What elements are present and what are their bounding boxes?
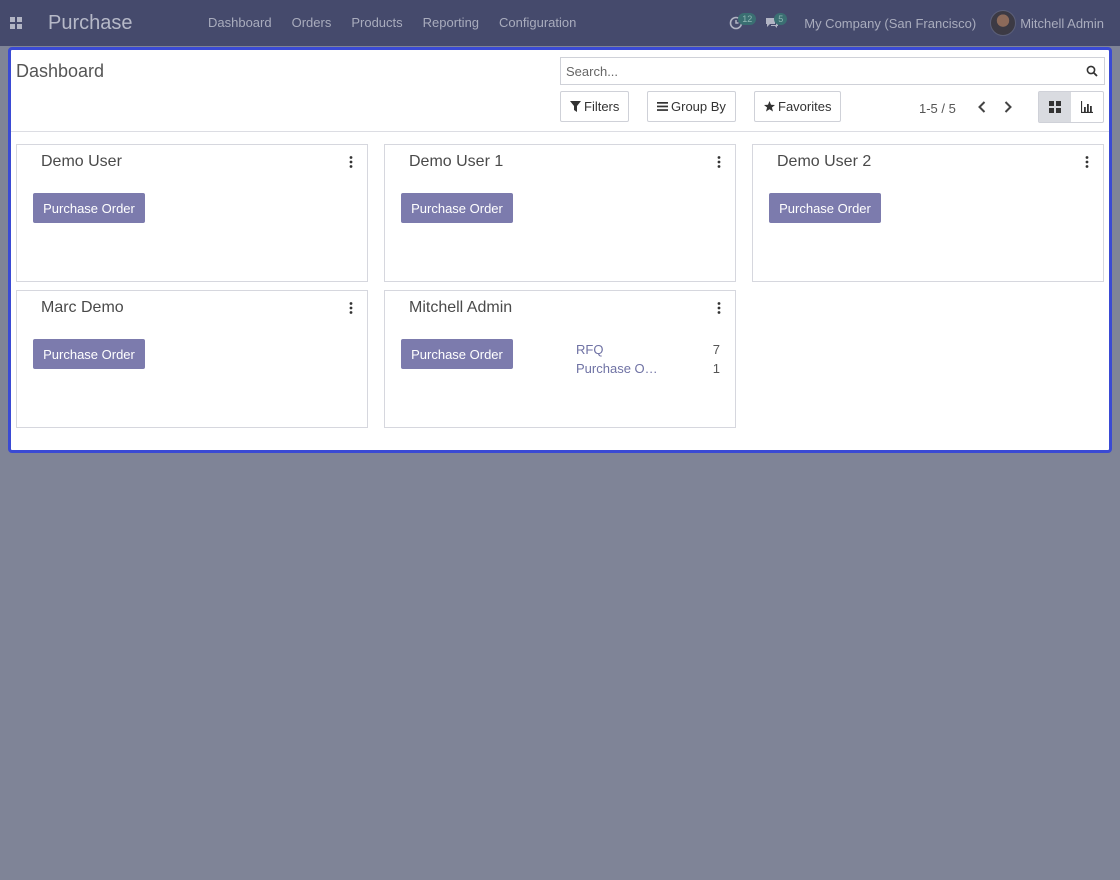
purchase-order-button[interactable]: Purchase Order (33, 193, 145, 223)
filters-button[interactable]: Filters (560, 91, 630, 122)
list-icon (657, 102, 668, 111)
search-bar (560, 57, 1105, 85)
pager-previous-button[interactable] (973, 98, 991, 116)
app-title[interactable]: Purchase (48, 12, 198, 35)
menu-item-configuration[interactable]: Configuration (489, 0, 586, 46)
star-icon (764, 101, 775, 112)
stat-value: 1 (712, 361, 720, 376)
card-menu-icon[interactable] (345, 155, 357, 169)
card-menu-icon[interactable] (345, 301, 357, 315)
activity-button[interactable]: 12 (718, 0, 757, 46)
systray: 12 5 My Company (San Francisco) Mitchell… (718, 0, 1120, 46)
kanban-card-demo-user[interactable]: Demo User Purchase Order (16, 144, 368, 282)
view-switcher (1038, 91, 1104, 123)
kanban-icon (1049, 101, 1061, 113)
card-stats: RFQ 7 Purchase O… 1 (576, 340, 720, 378)
kanban-view-button[interactable] (1039, 92, 1071, 122)
chevron-left-icon (978, 101, 986, 113)
bar-chart-icon (1081, 101, 1093, 113)
chevron-right-icon (1004, 101, 1012, 113)
stat-value: 7 (712, 342, 720, 357)
stat-row-rfq[interactable]: RFQ 7 (576, 340, 720, 359)
messages-button[interactable]: 5 (754, 0, 790, 46)
messages-count-badge: 5 (774, 13, 788, 25)
purchase-order-button[interactable]: Purchase Order (769, 193, 881, 223)
search-icon[interactable] (1080, 65, 1104, 77)
purchase-order-button[interactable]: Purchase Order (401, 339, 513, 369)
kanban-card-marc-demo[interactable]: Marc Demo Purchase Order (16, 290, 368, 428)
card-menu-icon[interactable] (713, 301, 725, 315)
stat-label-link[interactable]: RFQ (576, 342, 660, 357)
card-title: Marc Demo (41, 299, 124, 316)
favorites-label: Favorites (778, 99, 832, 114)
top-navbar: Purchase Dashboard Orders Products Repor… (0, 0, 1120, 46)
main-menu: Dashboard Orders Products Reporting Conf… (198, 0, 586, 46)
pager-next-button[interactable] (999, 98, 1017, 116)
user-name: Mitchell Admin (1020, 15, 1104, 31)
purchase-order-button[interactable]: Purchase Order (401, 193, 513, 223)
group-by-label: Group By (671, 99, 726, 114)
menu-item-reporting[interactable]: Reporting (413, 0, 489, 46)
menu-item-orders[interactable]: Orders (282, 0, 342, 46)
group-by-button[interactable]: Group By (647, 91, 736, 122)
kanban-card-mitchell-admin[interactable]: Mitchell Admin Purchase Order RFQ 7 Purc… (384, 290, 736, 428)
company-switcher[interactable]: My Company (San Francisco) (804, 16, 976, 31)
card-title: Mitchell Admin (409, 299, 513, 316)
kanban-view: Demo User Purchase Order Demo User 1 Pur… (16, 144, 1106, 434)
menu-item-products[interactable]: Products (341, 0, 412, 46)
card-title: Demo User 1 (409, 153, 504, 170)
pager-value[interactable]: 1-5 / 5 (919, 101, 956, 116)
card-menu-icon[interactable] (713, 155, 725, 169)
avatar (990, 10, 1017, 36)
purchase-order-button[interactable]: Purchase Order (33, 339, 145, 369)
menu-item-dashboard[interactable]: Dashboard (198, 0, 282, 46)
card-title: Demo User 2 (777, 153, 872, 170)
filter-icon (570, 101, 581, 112)
main-content: Dashboard Filters Group By Favorites 1-5… (8, 47, 1112, 453)
user-menu[interactable]: Mitchell Admin (990, 10, 1104, 36)
control-panel: Dashboard Filters Group By Favorites 1-5… (11, 50, 1109, 132)
graph-view-button[interactable] (1071, 92, 1103, 122)
apps-menu-icon[interactable] (0, 0, 32, 46)
page-title: Dashboard (16, 61, 105, 81)
stat-label-link[interactable]: Purchase O… (576, 361, 660, 376)
filters-label: Filters (584, 99, 620, 114)
favorites-button[interactable]: Favorites (754, 91, 842, 122)
stat-row-purchase-orders[interactable]: Purchase O… 1 (576, 359, 720, 378)
kanban-card-demo-user-2[interactable]: Demo User 2 Purchase Order (752, 144, 1104, 282)
card-menu-icon[interactable] (1081, 155, 1093, 169)
search-input[interactable] (561, 63, 1080, 79)
kanban-card-demo-user-1[interactable]: Demo User 1 Purchase Order (384, 144, 736, 282)
card-title: Demo User (41, 153, 122, 170)
